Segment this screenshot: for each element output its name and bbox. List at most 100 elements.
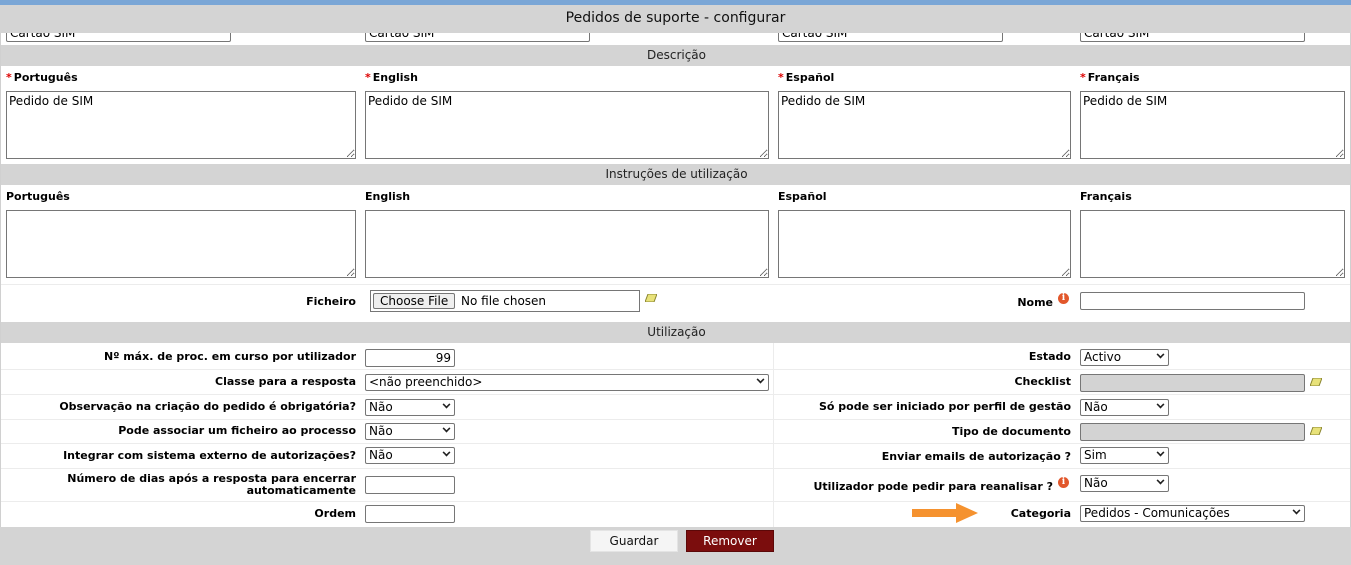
categoria-select[interactable]: Pedidos - Comunicações (1080, 505, 1305, 522)
chevron-down-icon (1292, 506, 1301, 515)
estado-label: Estado (1028, 350, 1071, 363)
ordem-label: Ordem (314, 507, 356, 520)
instrucoes-textarea-pt[interactable] (6, 210, 356, 278)
chevron-down-icon (756, 375, 765, 384)
associar-select[interactable]: Não (365, 423, 455, 440)
instrucoes-label-fr: Français (1080, 190, 1132, 203)
emails-label: Enviar emails de autorização ? (881, 450, 1071, 463)
instrucoes-textarea-es[interactable] (778, 210, 1071, 278)
eraser-icon[interactable] (645, 294, 657, 302)
descricao-label-en: * English (365, 71, 418, 84)
reanalisar-label: Utilizador pode pedir para reanalisar ? (813, 480, 1053, 493)
chevron-down-icon (442, 448, 451, 457)
associar-label: Pode associar um ficheiro ao processo (118, 424, 356, 437)
required-marker: * (365, 71, 371, 84)
chevron-down-icon (1156, 400, 1165, 409)
perfil-label: Só pode ser iniciado por perfil de gestã… (819, 400, 1071, 413)
descricao-label-es: * Español (778, 71, 834, 84)
info-icon[interactable]: i (1058, 293, 1069, 304)
associar-select-value: Não (369, 424, 393, 438)
estado-select-value: Activo (1084, 350, 1122, 364)
section-header-descricao: Descrição (1, 45, 1350, 66)
row-divider (1, 284, 1350, 285)
observacao-select[interactable]: Não (365, 399, 455, 416)
instrucoes-label-pt: Português (6, 190, 70, 203)
row-divider (1, 369, 1350, 370)
chevron-down-icon (1156, 476, 1165, 485)
perfil-select[interactable]: Não (1080, 399, 1169, 416)
dias-input[interactable] (365, 476, 455, 494)
column-divider (773, 343, 774, 527)
dias-label: Número de dias após a resposta para ence… (67, 472, 356, 497)
checklist-label: Checklist (1014, 375, 1071, 388)
integrar-select-value: Não (369, 448, 393, 462)
row-divider (1, 501, 1350, 502)
required-marker: * (1080, 71, 1086, 84)
file-status: No file chosen (461, 294, 547, 308)
instrucoes-textarea-fr[interactable] (1080, 210, 1345, 278)
integrar-label: Integrar com sistema externo de autoriza… (63, 449, 356, 462)
descricao-label-en-text: English (372, 71, 418, 84)
remove-button[interactable]: Remover (686, 530, 774, 552)
chevron-down-icon (1156, 350, 1165, 359)
descricao-label-pt-text: Português (13, 71, 78, 84)
descricao-label-fr-text: Français (1087, 71, 1140, 84)
arrow-right-icon (912, 503, 978, 523)
nome-label: Nome (1017, 296, 1053, 309)
row-divider (1, 419, 1350, 420)
integrar-select[interactable]: Não (365, 447, 455, 464)
classe-select-value: <não preenchido> (369, 375, 483, 389)
required-marker: * (6, 71, 12, 84)
categoria-select-value: Pedidos - Comunicações (1084, 506, 1230, 520)
page-title: Pedidos de suporte - configurar (0, 5, 1351, 33)
row-divider (1, 468, 1350, 469)
reanalisar-select-value: Não (1084, 476, 1108, 490)
eraser-icon[interactable] (1310, 427, 1322, 435)
choose-file-button[interactable]: Choose File (373, 293, 456, 309)
descricao-textarea-es[interactable]: Pedido de SIM (778, 91, 1071, 159)
instrucoes-label-en: English (365, 190, 411, 203)
emails-select-value: Sim (1084, 448, 1107, 462)
ficheiro-label: Ficheiro (306, 295, 356, 308)
classe-label: Classe para a resposta (215, 375, 356, 388)
observacao-select-value: Não (369, 400, 393, 414)
observacao-label: Observação na criação do pedido é obriga… (59, 400, 356, 413)
chevron-down-icon (1156, 448, 1165, 457)
save-button[interactable]: Guardar (590, 530, 678, 552)
eraser-icon[interactable] (1310, 378, 1322, 386)
name-field-en[interactable] (365, 33, 590, 42)
reanalisar-select[interactable]: Não (1080, 475, 1169, 492)
estado-select[interactable]: Activo (1080, 349, 1169, 366)
name-field-pt[interactable] (6, 33, 231, 42)
section-header-utilizacao: Utilização (1, 322, 1350, 343)
info-icon[interactable]: i (1058, 477, 1069, 488)
instrucoes-label-es: Español (778, 190, 827, 203)
tipo-documento-label: Tipo de documento (951, 425, 1071, 438)
chevron-down-icon (442, 424, 451, 433)
max-proc-input[interactable] (365, 349, 455, 367)
emails-select[interactable]: Sim (1080, 447, 1169, 464)
ordem-input[interactable] (365, 505, 455, 523)
descricao-label-pt: * Português (6, 71, 78, 84)
nome-input[interactable] (1080, 292, 1305, 310)
name-field-fr[interactable] (1080, 33, 1305, 42)
perfil-select-value: Não (1084, 400, 1108, 414)
descricao-label-es-text: Español (785, 71, 835, 84)
file-input[interactable]: Choose File No file chosen (370, 290, 640, 312)
row-divider (1, 394, 1350, 395)
max-proc-label: Nº máx. de proc. em curso por utilizador (103, 350, 356, 363)
descricao-textarea-fr[interactable]: Pedido de SIM (1080, 91, 1345, 159)
required-marker: * (778, 71, 784, 84)
descricao-textarea-pt[interactable]: Pedido de SIM (6, 91, 356, 159)
checklist-input[interactable] (1080, 374, 1305, 392)
classe-select[interactable]: <não preenchido> (365, 374, 769, 391)
chevron-down-icon (442, 400, 451, 409)
descricao-label-fr: * Français (1080, 71, 1140, 84)
section-header-instrucoes: Instruções de utilização (1, 164, 1350, 185)
instrucoes-textarea-en[interactable] (365, 210, 769, 278)
form-panel: Descrição *Português *English *Español *… (0, 33, 1351, 527)
descricao-textarea-en[interactable]: Pedido de SIM (365, 91, 769, 159)
row-divider (1, 443, 1350, 444)
name-field-es[interactable] (778, 33, 1003, 42)
tipo-documento-input[interactable] (1080, 423, 1305, 441)
